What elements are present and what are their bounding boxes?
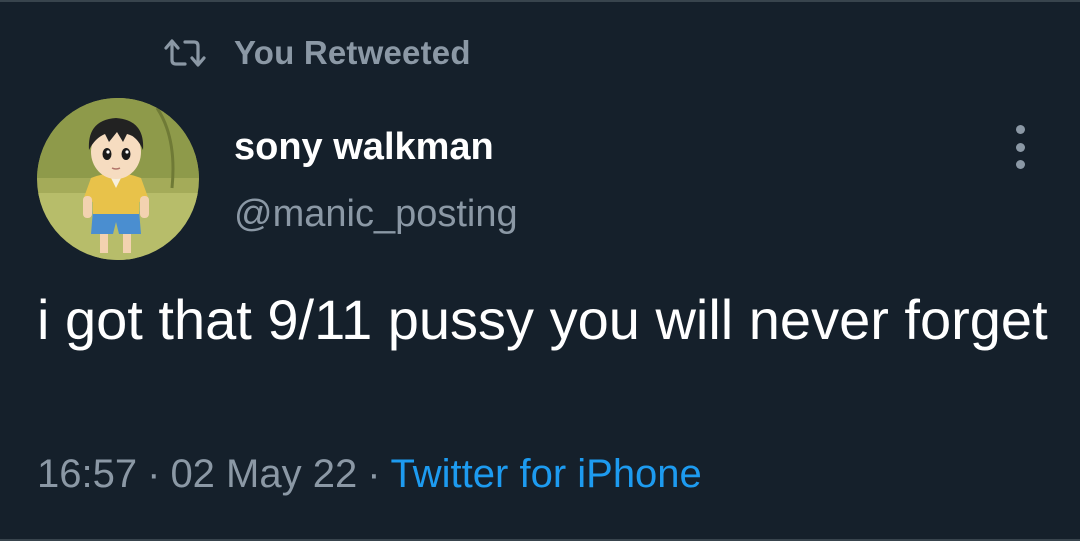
tweet-text: i got that 9/11 pussy you will never for…: [37, 288, 1048, 351]
avatar-image: [37, 98, 199, 260]
more-dot: [1015, 142, 1025, 152]
meta-separator: ·: [147, 452, 161, 496]
author-handle[interactable]: @manic_posting: [234, 193, 518, 236]
retweet-label: You Retweeted: [234, 34, 471, 71]
author-display-name[interactable]: sony walkman: [234, 126, 494, 169]
retweet-icon: [164, 39, 206, 67]
more-dot: [1015, 125, 1025, 134]
tweet-time[interactable]: 16:57: [37, 452, 137, 496]
meta-separator: ·: [367, 452, 381, 496]
retweet-context[interactable]: You Retweeted: [163, 34, 471, 72]
tweet-metadata: 16:57 · 02 May 22 · Twitter for iPhone: [37, 452, 702, 497]
more-dot: [1015, 160, 1025, 169]
more-vertical-icon[interactable]: [1002, 125, 1038, 169]
tweet-date[interactable]: 02 May 22: [170, 452, 357, 496]
avatar[interactable]: [37, 98, 199, 260]
tweet-source-link[interactable]: Twitter for iPhone: [391, 452, 702, 496]
top-divider: [0, 0, 1080, 2]
